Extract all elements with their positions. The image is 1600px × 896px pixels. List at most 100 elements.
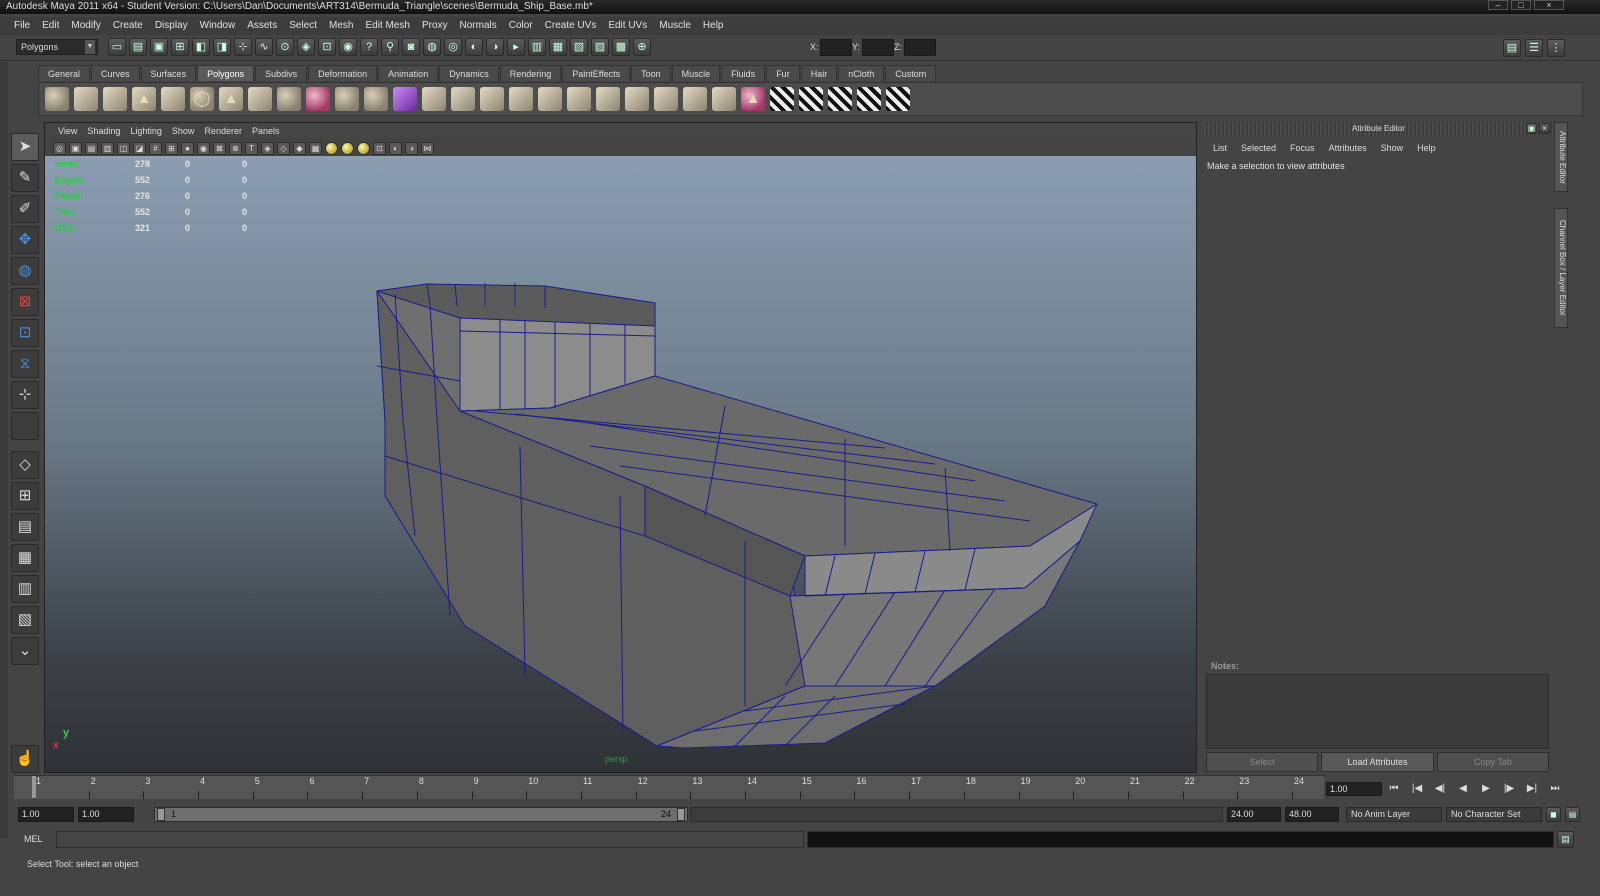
- z-field[interactable]: [904, 39, 936, 56]
- step-back-key-icon[interactable]: |◀: [1408, 780, 1426, 798]
- y-field[interactable]: [862, 39, 894, 56]
- reduce-icon[interactable]: [712, 87, 736, 111]
- quick-layout-icon[interactable]: ☝: [11, 745, 39, 773]
- poly-sphere-icon[interactable]: [45, 87, 69, 111]
- ae-menu-selected[interactable]: Selected: [1234, 140, 1283, 156]
- tab-fluids[interactable]: Fluids: [721, 65, 766, 81]
- scale-tool-icon[interactable]: ⊠: [11, 288, 39, 316]
- wireframe-on-shaded-icon[interactable]: ◉: [197, 141, 210, 155]
- hypershade-icon[interactable]: ◑: [486, 38, 504, 56]
- menu-mesh[interactable]: Mesh: [323, 17, 359, 35]
- character-set-dropdown[interactable]: No Character Set: [1446, 807, 1542, 822]
- new-scene-icon[interactable]: ▭: [108, 38, 126, 56]
- show-hide-icon[interactable]: ▦: [549, 38, 567, 56]
- more-layouts-icon[interactable]: ⌄: [11, 637, 39, 665]
- playback-end-field[interactable]: 24.00: [1227, 807, 1281, 822]
- append-polygon-icon[interactable]: [422, 87, 446, 111]
- history-icon[interactable]: ?: [360, 38, 378, 56]
- wireframe-icon[interactable]: ⊞: [165, 141, 178, 155]
- tab-animation[interactable]: Animation: [378, 65, 439, 81]
- poly-torus-icon[interactable]: ◯: [190, 87, 214, 111]
- menu-help[interactable]: Help: [697, 17, 730, 35]
- playback-start-field[interactable]: 1.00: [78, 807, 134, 822]
- poly-helix-icon[interactable]: [306, 87, 330, 111]
- minimize-button[interactable]: –: [1488, 0, 1508, 10]
- tab-polygons[interactable]: Polygons: [197, 65, 255, 81]
- split-polygon-icon[interactable]: [567, 87, 591, 111]
- script-editor-icon[interactable]: ▤: [1557, 831, 1574, 848]
- step-back-frame-icon[interactable]: ◀|: [1431, 780, 1449, 798]
- menu-window[interactable]: Window: [194, 17, 242, 35]
- four-view-layout-icon[interactable]: ⊞: [11, 482, 39, 510]
- paint-select-tool-icon[interactable]: ✐: [11, 195, 39, 223]
- tab-channel-box[interactable]: Channel Box / Layer Editor: [1554, 208, 1568, 328]
- step-forward-key-icon[interactable]: ▶|: [1523, 780, 1541, 798]
- menu-select[interactable]: Select: [283, 17, 323, 35]
- tab-custom[interactable]: Custom: [885, 65, 937, 81]
- insert-edge-loop-icon[interactable]: [596, 87, 620, 111]
- default-quality-icon[interactable]: ◇: [277, 141, 290, 155]
- current-time-marker[interactable]: [32, 776, 36, 798]
- copy-tab-button[interactable]: Copy Tab: [1436, 752, 1549, 772]
- menu-edit-uvs[interactable]: Edit UVs: [602, 17, 653, 35]
- lock-icon[interactable]: ⚲: [381, 38, 399, 56]
- film-gate-icon[interactable]: ◫: [117, 141, 130, 155]
- render-icon[interactable]: ◍: [423, 38, 441, 56]
- rotate-tool-icon[interactable]: ◍: [11, 257, 39, 285]
- combine-icon[interactable]: [335, 87, 359, 111]
- select-object-icon[interactable]: ◧: [192, 38, 210, 56]
- tab-dynamics[interactable]: Dynamics: [439, 65, 499, 81]
- select-tool-icon[interactable]: ➤: [11, 133, 39, 161]
- use-all-lights-icon[interactable]: [341, 141, 354, 155]
- menu-assets[interactable]: Assets: [241, 17, 283, 35]
- planar-mapping-icon[interactable]: [770, 87, 794, 111]
- tab-muscle[interactable]: Muscle: [671, 65, 721, 81]
- open-scene-icon[interactable]: ▤: [129, 38, 147, 56]
- tab-surfaces[interactable]: Surfaces: [140, 65, 197, 81]
- move-tool-icon[interactable]: ✥: [11, 226, 39, 254]
- scene-view[interactable]: Verts: 278 0 0 Edges: 552 0 0 Faces: 276…: [45, 156, 1196, 772]
- poly-plane-icon[interactable]: [161, 87, 185, 111]
- lasso-tool-icon[interactable]: ✎: [11, 164, 39, 192]
- bridge-icon[interactable]: [480, 87, 504, 111]
- start-time-field[interactable]: 1.00: [18, 807, 74, 822]
- auto-key-icon[interactable]: ◼: [1546, 807, 1561, 822]
- menu-proxy[interactable]: Proxy: [416, 17, 454, 35]
- offset-edge-loop-icon[interactable]: [625, 87, 649, 111]
- layout-icon[interactable]: ▤: [1503, 39, 1521, 57]
- close-panel-icon[interactable]: ×: [1539, 123, 1550, 134]
- current-time-field[interactable]: 1.00: [1326, 782, 1382, 796]
- ae-menu-help[interactable]: Help: [1410, 140, 1443, 156]
- tab-deformation[interactable]: Deformation: [308, 65, 378, 81]
- time-slider[interactable]: 1 2 3 4 5 6 7 8 9 10 11 12 13 14 15 16 17 18 19 20 21 22 23 24: [14, 775, 1324, 799]
- poly-pipe-icon[interactable]: [248, 87, 272, 111]
- ae-menu-focus[interactable]: Focus: [1283, 140, 1322, 156]
- motion-blur-icon[interactable]: ◑: [405, 141, 418, 155]
- load-attributes-button[interactable]: Load Attributes: [1321, 752, 1434, 772]
- input-line-icon[interactable]: ▸: [507, 38, 525, 56]
- menu-file[interactable]: File: [8, 17, 36, 35]
- uv-texture-editor-icon[interactable]: [886, 87, 910, 111]
- render-view-icon[interactable]: ◙: [402, 38, 420, 56]
- merge-icon[interactable]: [654, 87, 678, 111]
- snap-view-plane-icon[interactable]: ⊡: [318, 38, 336, 56]
- graph-editor-icon[interactable]: ⋮: [1547, 39, 1565, 57]
- snap-point-icon[interactable]: ⊙: [276, 38, 294, 56]
- last-tool-used-icon[interactable]: [11, 412, 39, 440]
- range-end-handle[interactable]: [677, 808, 685, 821]
- vp-menu-renderer[interactable]: Renderer: [199, 123, 247, 139]
- menu-create[interactable]: Create: [107, 17, 149, 35]
- poly-pyramid-icon[interactable]: ▲: [219, 87, 243, 111]
- step-forward-frame-icon[interactable]: |▶: [1500, 780, 1518, 798]
- menu-normals[interactable]: Normals: [454, 17, 503, 35]
- maximize-button[interactable]: □: [1511, 0, 1531, 10]
- menu-color[interactable]: Color: [503, 17, 539, 35]
- vp-menu-shading[interactable]: Shading: [82, 123, 125, 139]
- ae-menu-attributes[interactable]: Attributes: [1322, 140, 1374, 156]
- anim-layer-dropdown[interactable]: No Anim Layer: [1346, 807, 1442, 822]
- poly-cone-icon[interactable]: ▲: [132, 87, 156, 111]
- ae-select-button[interactable]: Select: [1206, 752, 1319, 772]
- show-manipulator-icon[interactable]: ⊹: [11, 381, 39, 409]
- menu-edit[interactable]: Edit: [36, 17, 65, 35]
- menu-display[interactable]: Display: [149, 17, 194, 35]
